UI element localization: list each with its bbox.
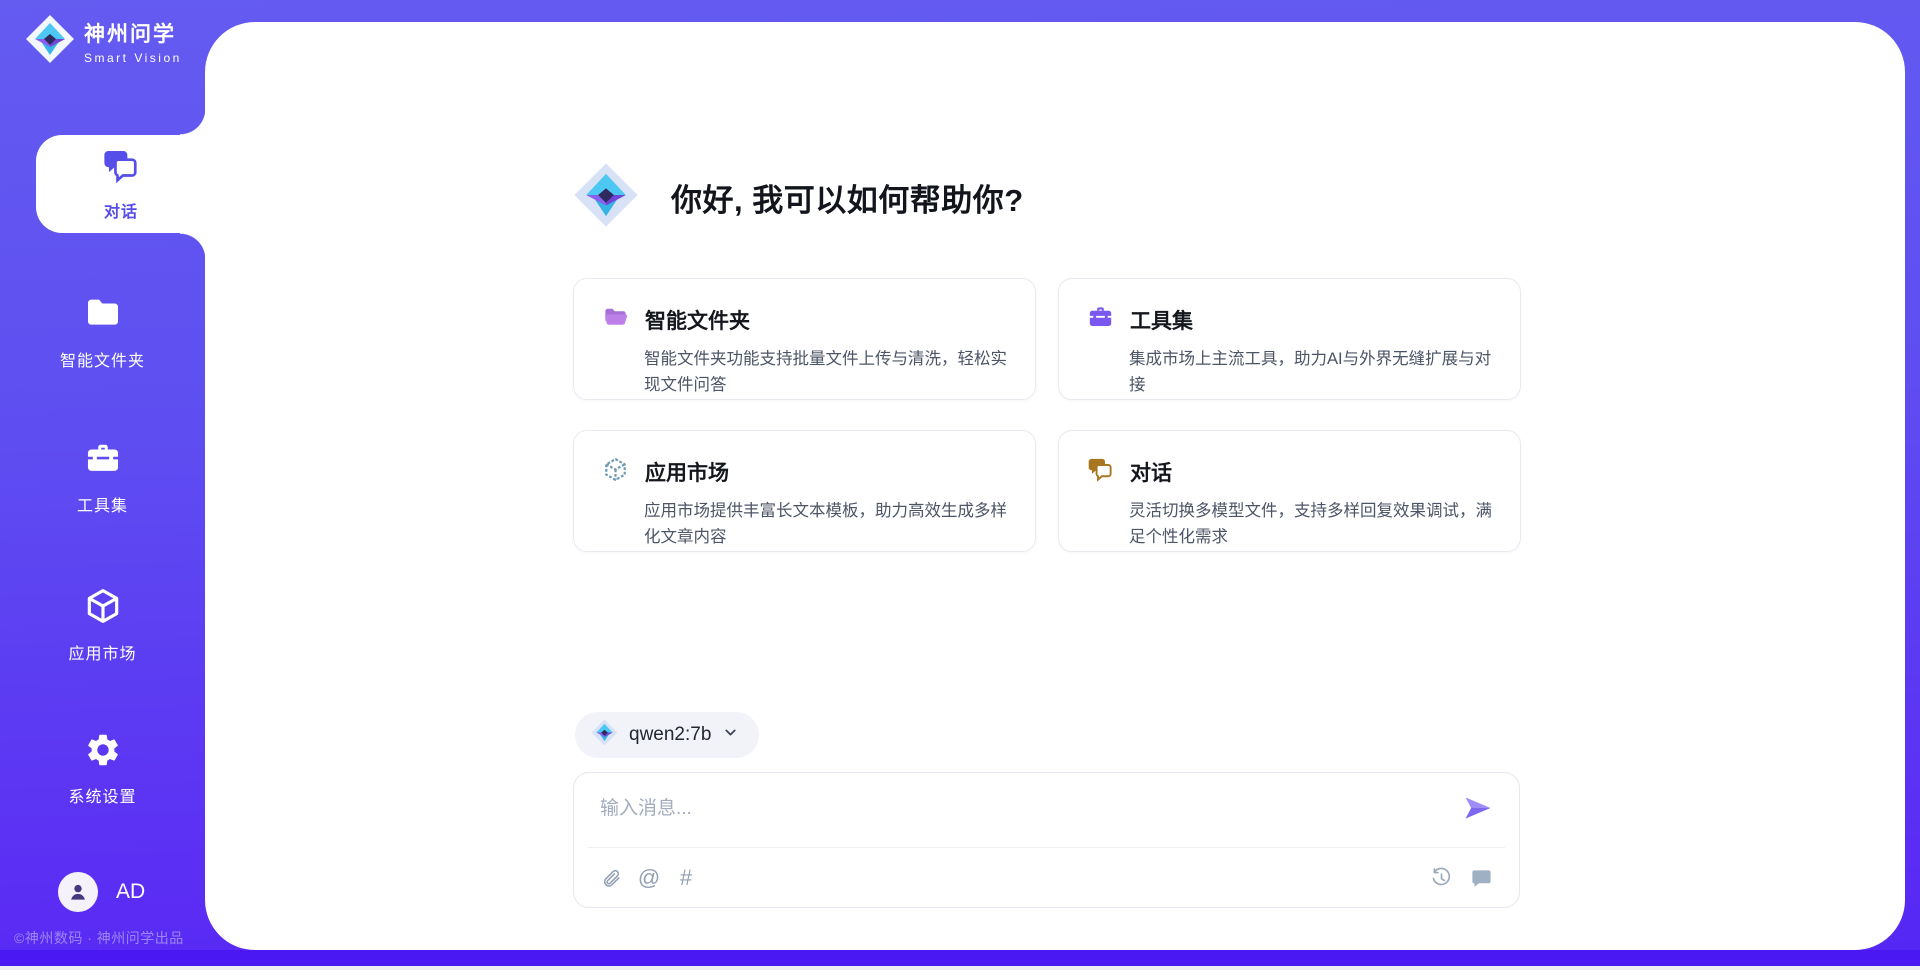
app-root: 你好, 我可以如何帮助你? 智能文件夹 xyxy=(0,0,1920,970)
model-name: qwen2:7b xyxy=(629,724,711,746)
message-textarea[interactable] xyxy=(574,773,1519,846)
bottom-strip xyxy=(0,950,1920,966)
gear-icon xyxy=(84,731,122,774)
sidebar-item-toolset[interactable]: 工具集 xyxy=(0,440,205,516)
sidebar-item-label: 对话 xyxy=(104,198,138,222)
greeting-title: 你好, 我可以如何帮助你? xyxy=(671,175,1024,220)
sidebar: 神州问学 Smart Vision 对话 xyxy=(0,0,205,966)
message-input-box: @ # xyxy=(573,772,1520,908)
card-description: 集成市场上主流工具，助力AI与外界无缝扩展与对接 xyxy=(1129,346,1492,398)
main-content: 你好, 我可以如何帮助你? 智能文件夹 xyxy=(205,22,1905,950)
feature-cards: 智能文件夹 智能文件夹功能支持批量文件上传与清洗，轻松实现文件问答 xyxy=(573,278,1521,552)
card-description: 智能文件夹功能支持批量文件上传与清洗，轻松实现文件问答 xyxy=(644,346,1007,398)
user-row[interactable]: AD xyxy=(58,872,145,912)
cube-icon xyxy=(83,586,123,631)
composer-toolbar: @ # xyxy=(574,848,1519,908)
diamond-logo-icon xyxy=(573,162,639,233)
brand-logo-icon xyxy=(25,14,75,69)
user-avatar-icon xyxy=(58,872,98,912)
sidebar-item-label: 系统设置 xyxy=(68,783,136,807)
card-description: 应用市场提供丰富长文本模板，助力高效生成多样化文章内容 xyxy=(644,498,1007,550)
user-name: AD xyxy=(116,880,145,904)
card-smart-folders[interactable]: 智能文件夹 智能文件夹功能支持批量文件上传与清洗，轻松实现文件问答 xyxy=(573,278,1036,400)
sidebar-item-label: 智能文件夹 xyxy=(60,347,145,371)
card-title: 工具集 xyxy=(1130,305,1193,335)
toolbox-icon xyxy=(1087,304,1114,336)
hash-icon[interactable]: # xyxy=(674,865,698,891)
model-logo-icon xyxy=(591,719,618,751)
card-description: 灵活切换多模型文件，支持多样回复效果调试，满足个性化需求 xyxy=(1129,498,1492,550)
content-column: 你好, 我可以如何帮助你? 智能文件夹 xyxy=(573,22,1521,950)
chat-bubbles-icon xyxy=(1087,456,1114,488)
sidebar-item-app-market[interactable]: 应用市场 xyxy=(0,586,205,664)
sidebar-footer: ©神州数码 · 神州问学出品 xyxy=(14,928,184,948)
app-background: 你好, 我可以如何帮助你? 智能文件夹 xyxy=(0,0,1920,966)
toolbox-icon xyxy=(84,440,122,483)
sidebar-item-label: 工具集 xyxy=(77,492,128,516)
folder-icon xyxy=(83,293,123,338)
greeting-header: 你好, 我可以如何帮助你? xyxy=(573,162,1024,233)
sidebar-item-label: 应用市场 xyxy=(68,640,136,664)
card-chat[interactable]: 对话 灵活切换多模型文件，支持多样回复效果调试，满足个性化需求 xyxy=(1058,430,1521,552)
model-selector[interactable]: qwen2:7b xyxy=(575,712,759,758)
card-app-market[interactable]: 应用市场 应用市场提供丰富长文本模板，助力高效生成多样化文章内容 xyxy=(573,430,1036,552)
chat-bubbles-icon xyxy=(102,147,140,190)
brand: 神州问学 Smart Vision xyxy=(25,14,182,69)
at-icon[interactable]: @ xyxy=(637,865,661,891)
paperclip-icon[interactable] xyxy=(600,865,624,891)
chevron-down-icon xyxy=(722,724,739,746)
card-title: 对话 xyxy=(1130,457,1172,487)
card-title: 智能文件夹 xyxy=(645,305,750,335)
brand-subtitle: Smart Vision xyxy=(84,51,182,65)
history-icon[interactable] xyxy=(1429,865,1453,891)
card-toolset[interactable]: 工具集 集成市场上主流工具，助力AI与外界无缝扩展与对接 xyxy=(1058,278,1521,400)
sidebar-item-settings[interactable]: 系统设置 xyxy=(0,731,205,807)
open-folder-icon xyxy=(602,304,629,336)
comment-icon[interactable] xyxy=(1469,865,1493,891)
brand-name: 神州问学 xyxy=(84,18,182,48)
cube-grid-icon xyxy=(602,456,629,488)
sidebar-item-chat[interactable]: 对话 xyxy=(36,135,206,233)
sidebar-item-smart-folders[interactable]: 智能文件夹 xyxy=(0,293,205,371)
send-icon[interactable] xyxy=(1463,793,1493,823)
card-title: 应用市场 xyxy=(645,457,729,487)
